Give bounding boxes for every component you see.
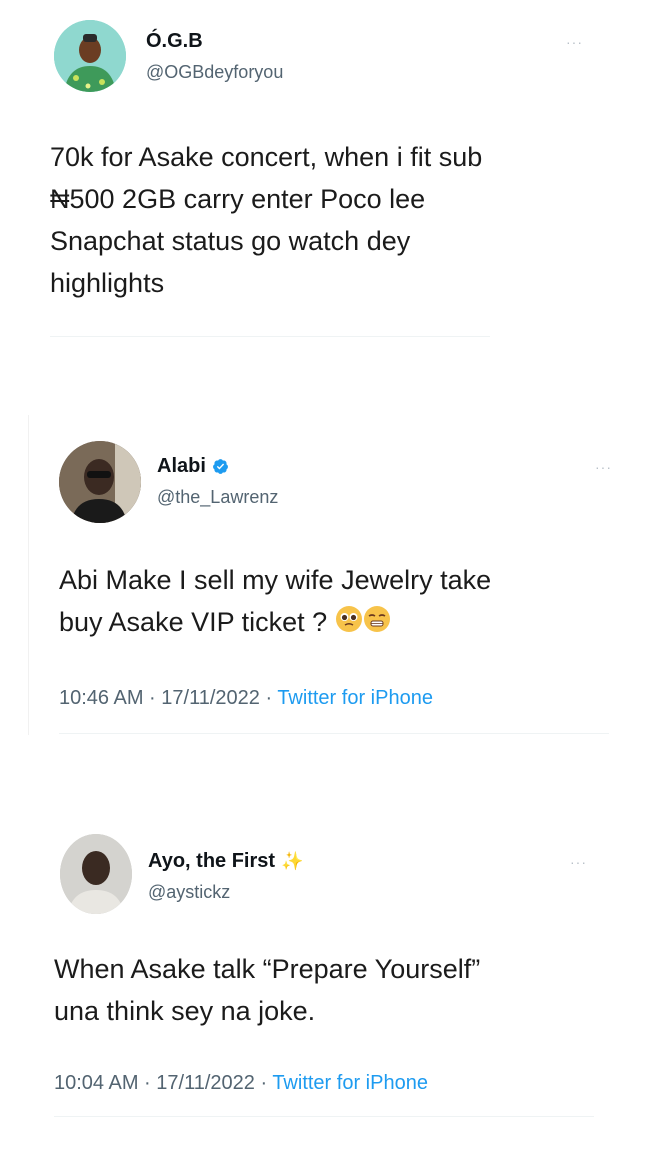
divider [59, 733, 609, 734]
avatar[interactable] [59, 441, 141, 523]
avatar-image [54, 20, 126, 92]
display-name[interactable]: Ó.G.B [146, 30, 203, 53]
source-link[interactable]: Twitter for iPhone [277, 687, 433, 709]
divider [54, 1116, 594, 1117]
avatar[interactable] [60, 834, 132, 914]
user-handle[interactable]: @OGBdeyforyou [146, 62, 283, 83]
user-handle[interactable]: @the_Lawrenz [157, 487, 278, 508]
tweet-card[interactable]: Ó.G.B @OGBdeyforyou ··· 70k for Asake co… [0, 0, 640, 337]
avatar-image [59, 441, 141, 523]
avatar-image [60, 834, 132, 914]
timestamp[interactable]: 10:04 AM · 17/11/2022 · [54, 1072, 272, 1094]
pleading-face-emoji-icon [335, 603, 363, 645]
more-options-icon[interactable]: ··· [570, 854, 587, 870]
tweet-text: 70k for Asake concert, when i fit sub ₦5… [50, 142, 483, 298]
tweet-text: Abi Make I sell my wife Jewelry take buy… [59, 559, 619, 645]
tweet-card[interactable]: Alabi @the_Lawrenz ··· Abi Make I sell m… [28, 415, 619, 735]
display-name[interactable]: Alabi [157, 455, 206, 478]
more-options-icon[interactable]: ··· [566, 34, 583, 50]
avatar[interactable] [54, 20, 126, 92]
tweet-text: When Asake talk “Prepare Yourself” una t… [54, 954, 481, 1026]
display-name[interactable]: Ayo, the First [148, 850, 275, 873]
verified-badge-icon [212, 459, 228, 474]
grimacing-face-emoji-icon [363, 603, 391, 645]
tweet-card[interactable]: Ayo, the First ✨ @aystickz ··· When Asak… [40, 810, 620, 1130]
divider [50, 336, 490, 337]
tweet-meta: 10:04 AM · 17/11/2022 · Twitter for iPho… [54, 1072, 428, 1095]
tweet-meta: 10:46 AM · 17/11/2022 · Twitter for iPho… [59, 687, 433, 710]
timestamp[interactable]: 10:46 AM · 17/11/2022 · [59, 687, 277, 709]
source-link[interactable]: Twitter for iPhone [272, 1072, 428, 1094]
sparkles-emoji-icon: ✨ [281, 851, 304, 871]
tweet-text-content: Abi Make I sell my wife Jewelry take buy… [59, 565, 492, 637]
user-handle[interactable]: @aystickz [148, 882, 230, 903]
more-options-icon[interactable]: ··· [595, 459, 612, 475]
